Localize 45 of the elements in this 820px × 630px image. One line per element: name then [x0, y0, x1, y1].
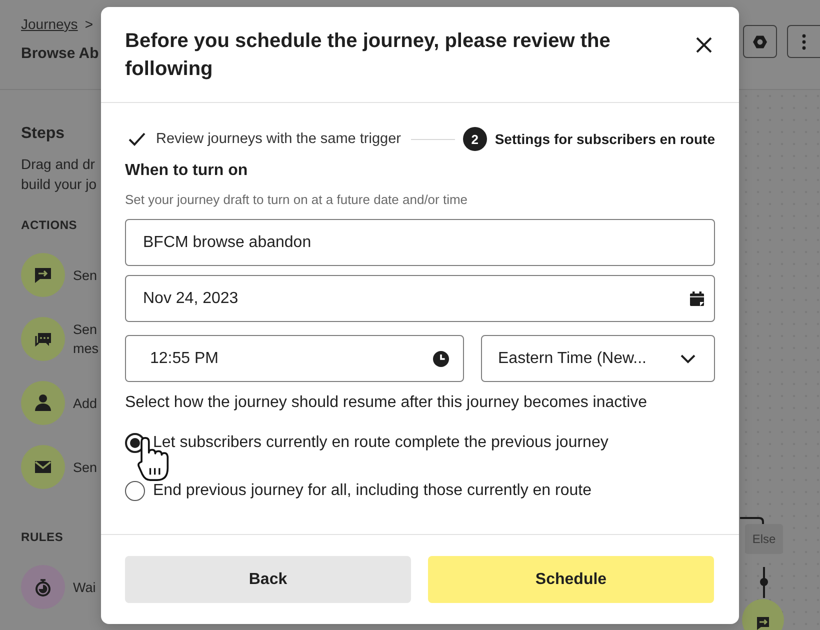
kebab-icon: [802, 34, 806, 50]
section-heading: When to turn on: [125, 161, 249, 181]
connector-line: [740, 516, 765, 524]
envelope-icon[interactable]: [21, 445, 65, 489]
connector-line: [760, 567, 768, 598]
option-label[interactable]: Let subscribers currently en route complete the previous journey: [153, 434, 608, 452]
section-label: RULES: [21, 529, 64, 545]
more-button[interactable]: [787, 25, 820, 58]
step-item-label[interactable]: Wai: [73, 578, 96, 596]
name-field[interactable]: BFCM browse abandon: [125, 219, 715, 266]
option-label[interactable]: End previous journey for all, including those currently en route: [153, 482, 592, 500]
timer-icon[interactable]: [21, 565, 65, 609]
clock-icon[interactable]: [433, 350, 449, 366]
journey-title: Browse Ab: [21, 44, 99, 64]
sidebar-description: Drag and dr build your jo: [21, 155, 98, 194]
schedule-button[interactable]: Schedule: [428, 556, 714, 603]
step-item-label[interactable]: Sen: [73, 458, 98, 476]
section-hint: Set your journey draft to turn on at a future date and/or time: [125, 191, 469, 209]
step-label[interactable]: Review journeys with the same trigger: [156, 130, 401, 148]
chat-bubbles-icon[interactable]: [21, 317, 65, 361]
timezone-select[interactable]: Eastern Time (New...: [481, 335, 715, 382]
hexagon-icon: [753, 34, 767, 48]
breadcrumb-link[interactable]: Journeys: [21, 15, 78, 33]
calendar-icon[interactable]: [689, 290, 705, 306]
message-arrow-icon: [742, 599, 784, 630]
back-button[interactable]: Back: [125, 556, 411, 603]
step-number: 2: [462, 127, 487, 151]
step-connector: [411, 138, 455, 140]
step-label[interactable]: Settings for subscribers en route: [494, 130, 715, 148]
section-label: ACTIONS: [21, 217, 78, 233]
time-field[interactable]: 12:55 PM: [125, 335, 464, 382]
sidebar-heading: Steps: [21, 124, 66, 144]
toolbar-button[interactable]: [743, 25, 777, 58]
radio-button[interactable]: [125, 481, 145, 501]
step-item-label[interactable]: Sen: [73, 266, 98, 284]
chevron-down-icon: [680, 354, 696, 364]
dialog-title: Before you schedule the journey, please review the following: [125, 29, 612, 82]
person-icon[interactable]: [21, 381, 65, 425]
breadcrumb-separator: >: [84, 15, 93, 33]
step-item-label[interactable]: Sen mes: [73, 320, 99, 358]
branch-label: Else: [745, 524, 783, 554]
resume-prompt: Select how the journey should resume after this journey becomes inactive: [125, 393, 648, 413]
close-icon[interactable]: [695, 36, 713, 54]
date-field[interactable]: Nov 24, 2023: [125, 275, 715, 322]
step-item-label[interactable]: Add: [73, 394, 98, 412]
